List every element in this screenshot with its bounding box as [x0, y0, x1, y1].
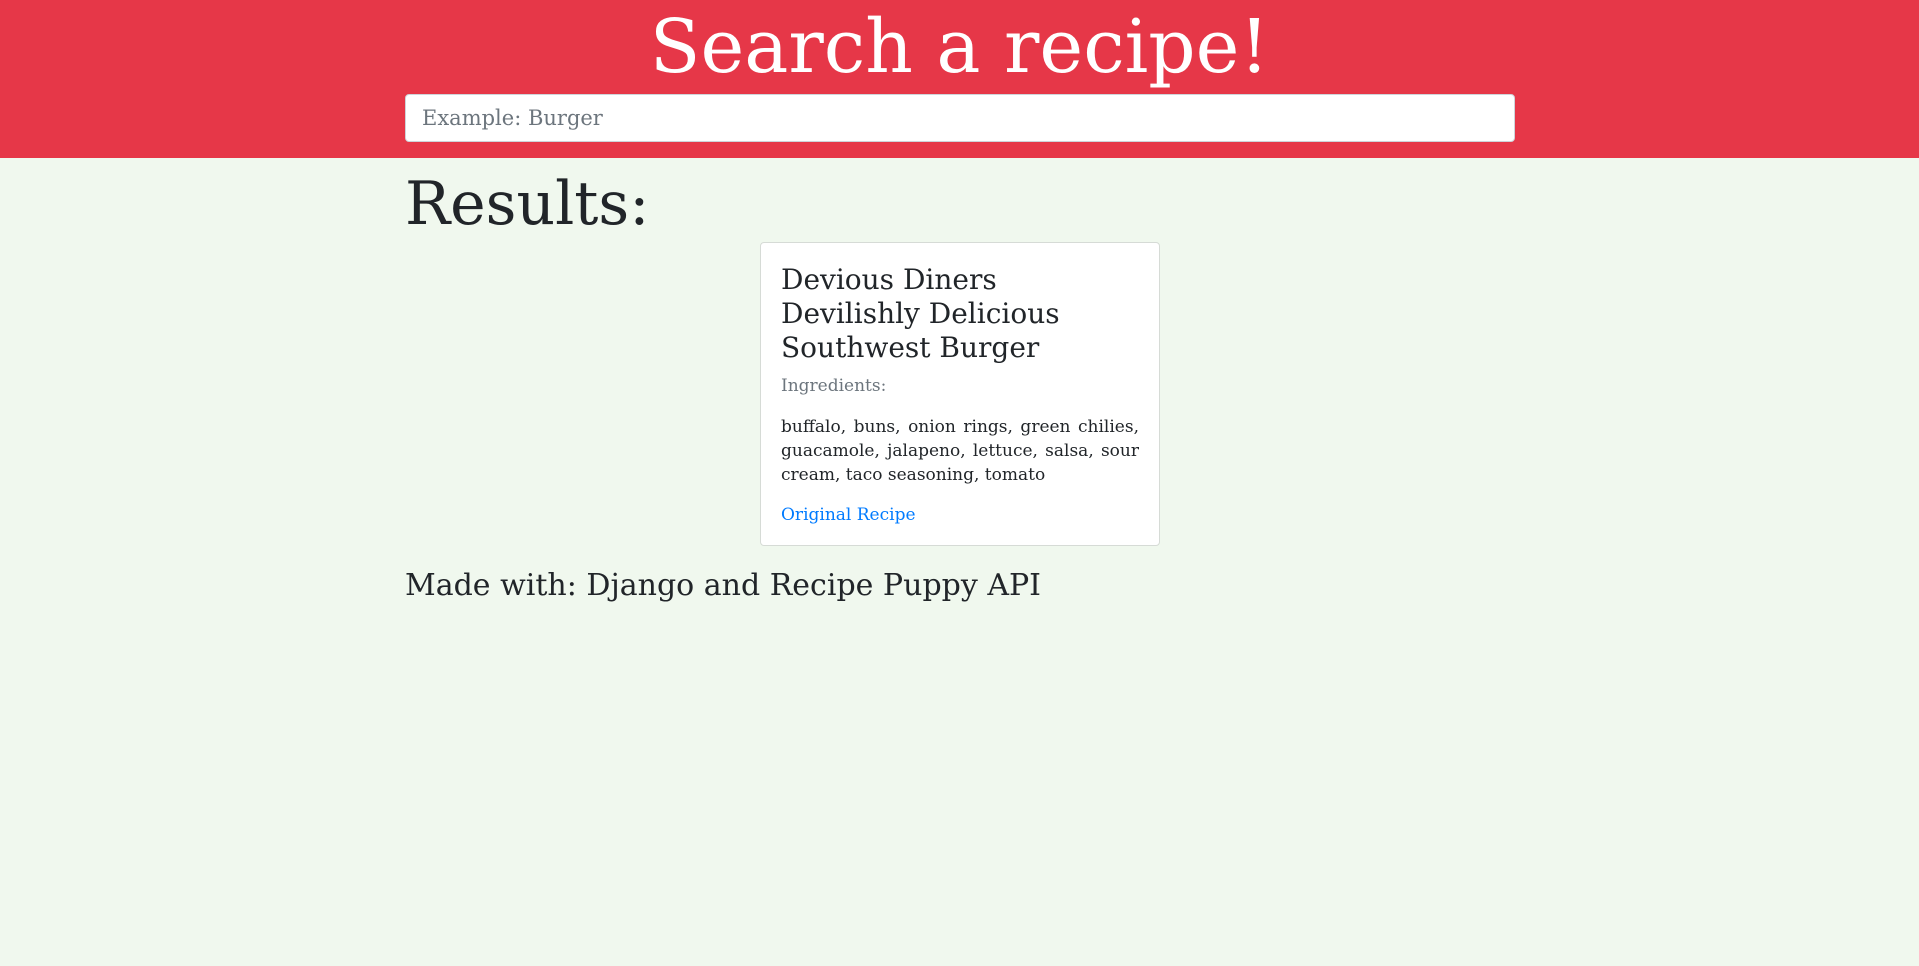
ingredients-list: buffalo, buns, onion rings, green chilie…	[781, 417, 1139, 485]
original-recipe-link[interactable]: Original Recipe	[781, 505, 916, 525]
page-header: Search a recipe!	[0, 0, 1919, 158]
search-bar	[405, 94, 1515, 142]
main-content: Results: Devious Diners Devilishly Delic…	[405, 158, 1515, 603]
recipe-title: Devious Diners Devilishly Delicious Sout…	[781, 263, 1060, 364]
ingredients-label: Ingredients:	[781, 376, 887, 396]
recipe-card: Devious Diners Devilishly Delicious Sout…	[760, 242, 1160, 546]
results-heading: Results:	[405, 169, 650, 239]
footer-credits: Made with: Django and Recipe Puppy API	[405, 568, 1042, 603]
page-title: Search a recipe!	[649, 4, 1270, 90]
search-input[interactable]	[405, 94, 1515, 142]
